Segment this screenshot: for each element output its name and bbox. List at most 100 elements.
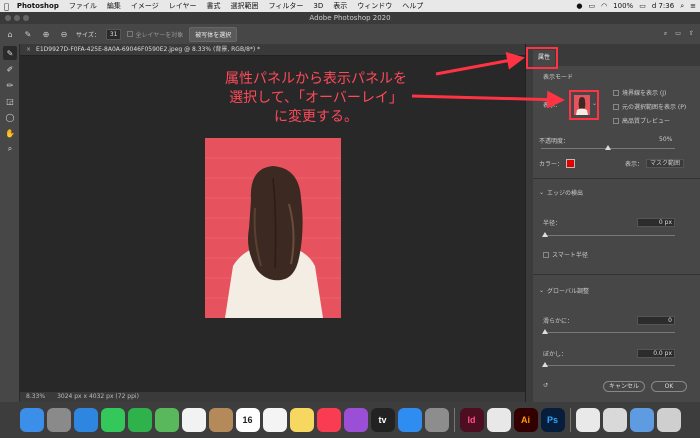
select-subject-button[interactable]: 被写体を選択 [189,26,238,42]
menu-app-name[interactable]: Photoshop [17,2,59,10]
highlight-properties-tab [526,47,558,69]
document-info[interactable]: 3024 px x 4032 px (72 ppi) [57,392,139,402]
lasso-tool[interactable]: ◯ [3,110,17,124]
show-original-checkbox[interactable] [613,103,619,110]
dock-app-store-icon[interactable] [397,408,422,432]
chevron-down-icon[interactable]: ⌄ [539,189,544,196]
close-window-button[interactable] [5,15,11,21]
creative-cloud-icon[interactable]: ● [576,2,582,10]
workspace-icon[interactable]: ▭ [675,30,681,38]
quick-selection-tool-icon[interactable]: ✎ [22,28,34,40]
smart-radius-checkbox[interactable] [543,251,549,258]
dock-music-icon[interactable] [316,408,341,432]
brush-tool[interactable]: ✏ [3,78,17,92]
opacity-slider-knob[interactable] [605,145,611,150]
menu-layer[interactable]: レイヤー [169,1,197,11]
control-center-icon[interactable]: ≡ [690,2,696,10]
show-edges-checkbox[interactable] [613,89,619,96]
airplay-icon[interactable]: ▭ [588,2,595,10]
dock-maps-icon[interactable] [154,408,179,432]
radius-input[interactable]: 0 px [637,218,675,227]
dock-photoshop-icon[interactable]: Ps [540,408,565,432]
clock[interactable]: d 7:36 [652,2,674,10]
chevron-down-icon[interactable]: ⌄ [592,100,597,107]
zoom-level[interactable]: 8.33% [26,392,45,402]
quick-selection-tool[interactable]: ✎ [3,46,17,60]
close-tab-icon[interactable]: × [26,46,31,53]
dock-downloads-icon[interactable] [629,408,654,432]
smooth-slider-track[interactable] [543,332,675,333]
menu-view[interactable]: 表示 [333,1,347,11]
feather-input[interactable]: 0.0 px [637,349,675,358]
dock-system-preferences-icon[interactable] [424,408,449,432]
feather-slider-knob[interactable] [542,362,548,367]
dock-calendar-icon[interactable]: 16 [235,408,260,432]
size-input[interactable]: 31 [105,28,122,40]
dock-photos-icon[interactable] [181,408,206,432]
ok-button[interactable]: OK [651,381,687,392]
menu-3d[interactable]: 3D [313,2,323,10]
dock-facetime-icon[interactable] [127,408,152,432]
radius-slider-track[interactable] [543,235,675,236]
dock-contacts-icon[interactable] [208,408,233,432]
radius-slider-knob[interactable] [542,232,548,237]
menu-image[interactable]: イメージ [131,1,159,11]
home-icon[interactable]: ⌂ [4,28,16,40]
opacity-label: 不透明度： [539,138,570,145]
smooth-slider-knob[interactable] [542,329,548,334]
menu-select[interactable]: 選択範囲 [231,1,259,11]
dock-trash-icon[interactable] [656,408,681,432]
refine-edge-brush-tool[interactable]: ✐ [3,62,17,76]
apple-icon[interactable]:  [4,2,9,11]
edge-detection-title[interactable]: エッジの検出 [547,188,583,197]
zoom-window-button[interactable] [23,15,29,21]
menu-file[interactable]: ファイル [69,1,97,11]
dock-separator [453,408,455,432]
dock-launchpad-icon[interactable] [46,408,71,432]
menu-help[interactable]: ヘルプ [402,1,423,11]
dock-keyboard-viewer-icon[interactable] [602,408,627,432]
dock-indesign-icon[interactable]: Id [459,408,484,432]
dock-illustrator-label: Ai [521,415,530,425]
search-icon[interactable]: ⌕ [680,2,684,11]
search-icon[interactable]: ⌕ [664,30,667,38]
document-tab[interactable]: × E1D9927D-F0FA-425E-8A0A-69046F0590E2.jp… [20,44,525,56]
view-mode-thumbnail[interactable] [574,95,590,115]
battery-icon[interactable]: ▭ [639,2,646,10]
dock-illustrator-icon[interactable]: Ai [513,408,538,432]
dock-finder-icon[interactable] [19,408,44,432]
minimize-window-button[interactable] [14,15,20,21]
dock-preview-icon[interactable] [575,408,600,432]
dock-podcasts-icon[interactable] [343,408,368,432]
dock-reminders-icon[interactable] [262,408,287,432]
feather-label: ぼかし： [543,351,568,358]
menu-window[interactable]: ウィンドウ [357,1,392,11]
dock-safari-icon[interactable] [73,408,98,432]
feather-slider-track[interactable] [543,365,675,366]
opacity-value[interactable]: 50% [659,136,672,143]
smooth-input[interactable]: 0 [637,316,675,325]
wifi-icon[interactable]: ◠ [601,2,607,10]
dock-messages-icon[interactable] [100,408,125,432]
display-dropdown[interactable]: マスク範囲 [646,159,685,168]
share-icon[interactable]: ⇧ [689,30,694,38]
subtract-from-selection-icon[interactable]: ⊖ [58,28,70,40]
menu-edit[interactable]: 編集 [107,1,121,11]
hand-tool[interactable]: ✋ [3,126,17,140]
dock-chrome-icon[interactable] [486,408,511,432]
zoom-tool[interactable]: ⌕ [3,142,17,156]
overlay-color-swatch[interactable] [566,159,576,168]
reset-icon[interactable]: ↺ [543,382,548,389]
global-refinements-title[interactable]: グローバル調整 [547,286,589,295]
cancel-button[interactable]: キャンセル [603,381,645,392]
dock-notes-icon[interactable] [289,408,314,432]
object-selection-tool[interactable]: ◲ [3,94,17,108]
menu-type[interactable]: 書式 [207,1,221,11]
menu-filter[interactable]: フィルター [269,1,304,11]
chevron-down-icon[interactable]: ⌄ [539,287,544,294]
high-quality-preview-checkbox[interactable] [613,117,619,124]
add-to-selection-icon[interactable]: ⊕ [40,28,52,40]
dock-tv-icon[interactable]: tv [370,408,395,432]
all-layers-checkbox[interactable]: 全レイヤーを対象 [127,30,183,39]
size-label: サイズ： [76,31,100,39]
